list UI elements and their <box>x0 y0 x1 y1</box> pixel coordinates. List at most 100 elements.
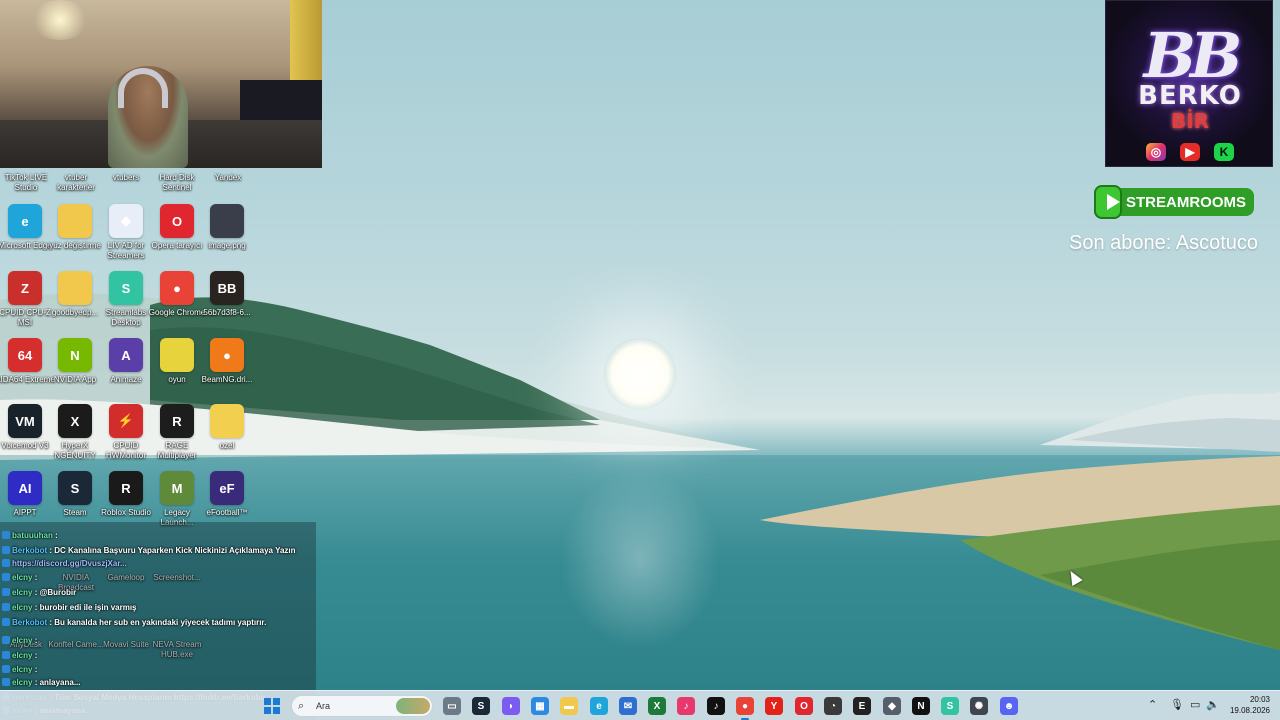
streamlabs-icon[interactable]: S <box>941 697 959 715</box>
chat-separator: : <box>32 573 38 582</box>
logo-socials: ◎ ▶ K <box>1106 143 1272 161</box>
desktop-icon-label: 56b7d3f8-6... <box>203 308 251 317</box>
desktop-icon-rage-multiplayer[interactable]: R RAGE Multiplayer <box>149 404 205 461</box>
chat-badge-icon <box>2 546 10 554</box>
logo-word-berko: BERKO <box>1138 81 1242 111</box>
desktop-icon-beamng-dri[interactable]: ● BeamNG.dri... <box>199 338 255 385</box>
desktop-icon-nvidia-app[interactable]: N NVIDIA App <box>47 338 103 385</box>
microphone-icon[interactable]: 🎙 <box>1170 698 1184 711</box>
chat-text: Bu kanalda her sub en yakındaki yiyecek … <box>54 618 267 627</box>
desktop-icon-hyperx-ngenuity[interactable]: X HyperX NGENUITY <box>47 404 103 461</box>
desktop-icon-steam[interactable]: S Steam <box>47 471 103 518</box>
streamrooms-badge: STREAMROOMS <box>1094 184 1254 220</box>
discord-icon[interactable]: ☻ <box>1000 697 1018 715</box>
sun <box>604 338 676 410</box>
chat-badge-icon <box>2 531 10 539</box>
taskbar-search[interactable]: ⌕ Ara <box>291 695 433 717</box>
chat-username: elcny <box>12 678 33 687</box>
search-icon: ⌕ <box>298 700 305 712</box>
xbox-icon[interactable]: X <box>648 697 666 715</box>
chat-message: batuuuhan : <box>2 531 58 541</box>
chevron-up-icon[interactable]: ⌃ <box>1148 698 1157 711</box>
steam-icon: S <box>58 471 92 505</box>
taskbar-clock[interactable]: 20:03 19.08.2026 <box>1224 694 1270 716</box>
taskbar: ⌕ Ara ▭ S ◗ ▦ ▬ e ✉ X ♪ ♪ ● Y O ◔ E ◆ N S ✺ ☻ ⌃ 🎙 ▭ 🔈 20:03… <box>0 690 1280 720</box>
animaze-icon: A <box>109 338 143 372</box>
chat-username: elcny <box>12 665 33 674</box>
logo-word-bir: BİR <box>1170 109 1210 133</box>
chat-message: Berkobot : DC Kanalına Başvuru Yaparken … <box>2 546 296 556</box>
store-icon[interactable]: ▦ <box>531 697 549 715</box>
chat-message: elcny : <box>2 636 37 646</box>
desktop-icon-cpuid-cpu-z-msi[interactable]: Z CPUID CPU-Z MSI <box>0 271 53 328</box>
capcut-icon[interactable]: ♪ <box>677 697 695 715</box>
nvidia-app-icon: N <box>58 338 92 372</box>
webcam-overlay <box>0 0 322 168</box>
clock-time: 20:03 <box>1249 695 1270 704</box>
desktop-icon-cpuid-hwmonitor[interactable]: ⚡ CPUID HWMonitor <box>98 404 154 461</box>
aippt-icon: AI <box>8 471 42 505</box>
chat-username: batuuuhan <box>12 531 53 540</box>
desktop-icon-liv-ad-for-streamers[interactable]: ◆ LIV AD for Streamers <box>98 204 154 261</box>
speedometer-icon[interactable]: ◔ <box>824 697 842 715</box>
efootball-icon: eF <box>210 471 244 505</box>
netflix-icon[interactable]: N <box>912 697 930 715</box>
cpuid-cpu-z-msi-icon: Z <box>8 271 42 305</box>
clock-date: 19.08.2026 <box>1229 706 1270 715</box>
task-view-icon[interactable]: ▭ <box>443 697 461 715</box>
desktop-icon-streamlabs-desktop[interactable]: S Streamlabs Desktop <box>98 271 154 328</box>
liv-icon[interactable]: ◆ <box>883 697 901 715</box>
desktop-icon-roblox-studio[interactable]: R Roblox Studio <box>98 471 154 518</box>
youtube-icon: ▶ <box>1180 143 1200 161</box>
lamp-glow <box>30 0 90 40</box>
rage-multiplayer-icon: R <box>160 404 194 438</box>
desktop-label-yandex[interactable]: Yandex <box>198 173 258 183</box>
opera-icon[interactable]: O <box>795 697 813 715</box>
kick-icon: K <box>1214 143 1234 161</box>
brand-logo: BB BERKO BİR ◎ ▶ K <box>1105 0 1273 167</box>
desktop-icon-animaze[interactable]: A Animaze <box>98 338 154 385</box>
copilot-icon[interactable]: ◗ <box>502 697 520 715</box>
openai-icon[interactable]: ✺ <box>970 697 988 715</box>
chat-username: elcny <box>12 588 33 597</box>
chat-badge-icon <box>2 603 10 611</box>
edge-icon[interactable]: e <box>590 697 608 715</box>
desktop-icon-label: image.png <box>208 241 246 250</box>
curtain <box>290 0 322 80</box>
streamrooms-label: STREAMROOMS <box>1118 188 1254 216</box>
chat-badge-icon <box>2 665 10 673</box>
chrome-icon[interactable]: ● <box>736 697 754 720</box>
tiktok-icon[interactable]: ♪ <box>707 697 725 715</box>
desktop-icon-y-z-de-i-tirme[interactable]: yüz değiştirme <box>47 204 103 251</box>
network-icon[interactable]: ▭ <box>1190 698 1200 711</box>
chat-text[interactable]: https://discord.gg/DvuszjXar... <box>12 559 127 568</box>
chat-badge-icon <box>2 651 10 659</box>
yandex-icon[interactable]: Y <box>765 697 783 715</box>
oyun-icon <box>160 338 194 372</box>
desktop-icon-legacy-launch[interactable]: M Legacy Launch... <box>149 471 205 528</box>
aida64-extreme-icon: 64 <box>8 338 42 372</box>
chat-message: elcny : @Burobir <box>2 588 76 598</box>
volume-icon[interactable]: 🔈 <box>1206 698 1220 711</box>
chat-username: elcny <box>12 573 33 582</box>
windows-start-icon[interactable] <box>264 698 280 714</box>
chat-message: elcny : burobir edi ile işin varmış <box>2 603 137 613</box>
steam-icon[interactable]: S <box>472 697 490 715</box>
desktop-icon-efootball[interactable]: eF eFootball™ <box>199 471 255 518</box>
mail-icon[interactable]: ✉ <box>619 697 637 715</box>
epic-games-icon[interactable]: E <box>853 697 871 715</box>
chat-badge-icon <box>2 559 10 567</box>
desktop-icon-label: ozel <box>219 441 235 450</box>
hyperx-ngenuity-icon: X <box>58 404 92 438</box>
chat-username: Berkobot <box>12 546 48 555</box>
desktop-icon-image-png[interactable]: image.png <box>199 204 255 251</box>
search-highlight-image <box>396 698 430 714</box>
desktop-icon-56b7d3f8-6[interactable]: BB 56b7d3f8-6... <box>199 271 255 318</box>
legacy-launch-icon: M <box>160 471 194 505</box>
goodbyedp-icon <box>58 271 92 305</box>
image-png-icon <box>210 204 244 238</box>
desktop-icon-goodbyedp[interactable]: goodbyedp... <box>47 271 103 318</box>
desktop-icon-ozel[interactable]: ozel <box>199 404 255 451</box>
file-explorer-icon[interactable]: ▬ <box>560 697 578 715</box>
chat-message: https://discord.gg/DvuszjXar... <box>2 559 127 569</box>
